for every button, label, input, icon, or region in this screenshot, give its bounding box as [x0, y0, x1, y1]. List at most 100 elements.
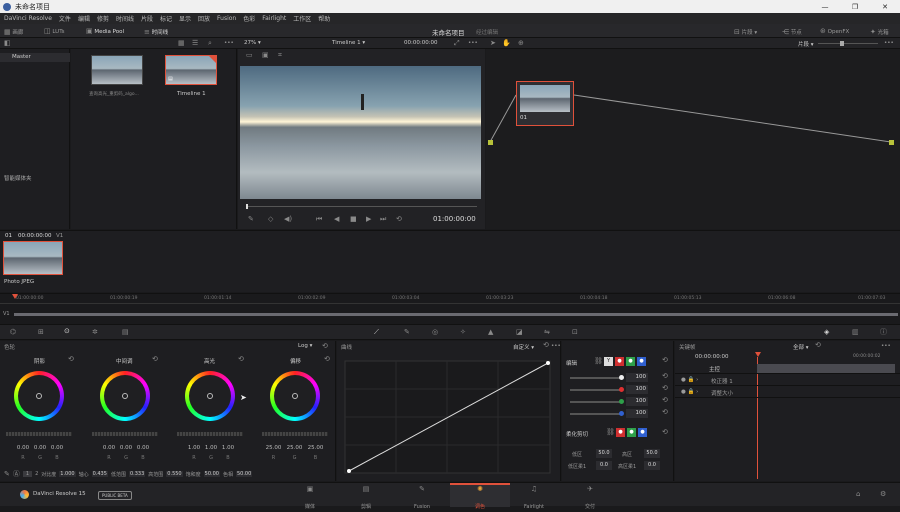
edit-value-y[interactable]: 100	[626, 373, 648, 382]
keyframes-more-button[interactable]: •••	[881, 343, 891, 349]
channel-y-button[interactable]: Y	[604, 357, 613, 366]
wheel-highlights[interactable]	[185, 371, 235, 421]
viewer-mode-icon-1[interactable]: ▭	[246, 52, 253, 59]
soft-low-soft-value[interactable]: 0.0	[596, 461, 612, 470]
slider-shadows[interactable]	[6, 432, 72, 436]
camera-raw-icon[interactable]: ⌬	[10, 329, 16, 336]
contrast-value[interactable]: 1.000	[59, 471, 76, 477]
reset-midtones-icon[interactable]: ⟲	[152, 356, 158, 363]
media-thumb-2[interactable]: ▤	[165, 55, 217, 85]
page-1-button[interactable]: 1	[22, 471, 33, 477]
offset-g[interactable]: 25.00	[285, 445, 304, 451]
channel-g-button[interactable]: ●	[626, 357, 635, 366]
grid-view-icon[interactable]: ▦	[178, 40, 185, 47]
page-2-button[interactable]: 2	[35, 471, 38, 477]
scrub-handle[interactable]	[246, 204, 248, 209]
page-media[interactable]: ▣ 媒体	[290, 483, 330, 511]
sizing-row-controls[interactable]: ● 🔒 ›	[681, 389, 698, 395]
menu-item-mark[interactable]: 标记	[160, 14, 172, 23]
edit-slider-y[interactable]	[570, 375, 624, 380]
stop-icon[interactable]: ■	[350, 216, 357, 223]
log-mode-select[interactable]: Log ▾	[298, 343, 312, 349]
offset-r[interactable]: 25.00	[264, 445, 283, 451]
rgb-mixer-icon[interactable]: ✲	[92, 329, 98, 336]
highlights-r[interactable]: 1.00	[187, 445, 201, 451]
list-view-icon[interactable]: ☰	[192, 40, 198, 47]
wheel-highlights-handle[interactable]	[207, 393, 213, 399]
menu-item-view[interactable]: 显示	[179, 14, 191, 23]
gallery-tab[interactable]: ▦ 画廊	[4, 28, 23, 37]
keyframe-playhead[interactable]	[755, 352, 761, 357]
magic-mask-icon[interactable]: ▲	[488, 329, 493, 336]
close-button[interactable]: ✕	[870, 0, 900, 13]
pivot-value[interactable]: 0.435	[91, 471, 108, 477]
reset-curves-icon[interactable]: ⟲	[543, 342, 549, 349]
go-to-end-icon[interactable]: ⏭	[380, 216, 386, 223]
color-node-01[interactable]: 01	[516, 81, 574, 126]
edit-slider-g[interactable]	[570, 399, 624, 404]
keyframes-icon[interactable]: ◈	[824, 329, 829, 336]
reset-b-icon[interactable]: ⟲	[662, 409, 668, 416]
maximize-button[interactable]: ❐	[840, 0, 870, 13]
tracker-icon[interactable]: ✧	[460, 329, 466, 336]
zoom-select[interactable]: 27% ▾	[244, 40, 261, 46]
midtones-g[interactable]: 0.00	[119, 445, 133, 451]
pointer-tool-icon[interactable]: ➤	[490, 40, 496, 47]
search-icon[interactable]: ⌕	[208, 40, 212, 47]
eyedropper-icon[interactable]: ✎	[248, 216, 254, 223]
node-output-dot[interactable]	[889, 140, 894, 145]
soft-link-icon[interactable]: ⛓	[606, 429, 615, 436]
window-icon[interactable]: ◎	[432, 329, 438, 336]
clips-button[interactable]: ⊟ 片段 ▾	[734, 28, 757, 37]
clip-thumbnail[interactable]	[3, 241, 63, 275]
reset-keyframes-icon[interactable]: ⟲	[815, 342, 821, 349]
highlights-g[interactable]: 1.00	[204, 445, 218, 451]
auto-balance-icon[interactable]: ✎	[4, 470, 10, 478]
menu-item-help[interactable]: 帮助	[318, 14, 330, 23]
media-thumb-1[interactable]	[91, 55, 143, 85]
hand-tool-icon[interactable]: ✋	[502, 40, 511, 47]
curve-graph[interactable]	[337, 353, 561, 481]
menu-item-fusion[interactable]: Fusion	[217, 15, 236, 22]
node-zoom-handle[interactable]	[840, 41, 844, 46]
node-zoom-slider[interactable]	[818, 41, 878, 46]
shadows-g[interactable]: 0.00	[33, 445, 47, 451]
timeline-clip-bar[interactable]	[14, 313, 898, 316]
sidebar-toggle-icon[interactable]: ◧	[4, 40, 11, 47]
reset-edit-icon[interactable]: ⟲	[662, 357, 668, 364]
curves-icon[interactable]: ⟋	[374, 329, 379, 336]
slider-midtones[interactable]	[92, 432, 158, 436]
midtones-b[interactable]: 0.00	[136, 445, 150, 451]
edit-value-r[interactable]: 100	[626, 385, 648, 394]
highlights-b[interactable]: 1.00	[221, 445, 235, 451]
menu-item-clip[interactable]: 片段	[141, 14, 153, 23]
edit-value-b[interactable]: 100	[626, 409, 648, 418]
keyframe-row-corrector[interactable]: ● 🔒 › 校正器 1	[675, 375, 900, 386]
node-input-dot[interactable]	[488, 140, 493, 145]
fullscreen-icon[interactable]: ⤢	[454, 40, 460, 47]
scopes-icon[interactable]: ▥	[852, 329, 859, 336]
menu-item-playback[interactable]: 回放	[198, 14, 210, 23]
menu-item-app[interactable]: DaVinci Resolve	[4, 15, 52, 22]
keyframe-row-sizing[interactable]: ● 🔒 › 调整大小	[675, 387, 900, 398]
shadows-b[interactable]: 0.00	[50, 445, 64, 451]
menu-item-file[interactable]: 文件	[59, 14, 71, 23]
page-fusion[interactable]: ✎ Fusion	[402, 483, 442, 511]
reset-soft-icon[interactable]: ⟲	[662, 429, 668, 436]
page-color[interactable]: ✺ 调色	[450, 483, 510, 510]
openfx-button[interactable]: ⊛ OpenFX	[820, 28, 849, 36]
settings-gear-icon[interactable]: ⚙	[880, 491, 886, 498]
home-icon[interactable]: ⌂	[856, 491, 860, 498]
curves-mode-select[interactable]: 自定义 ▾	[513, 343, 534, 351]
soft-low-value[interactable]: 50.0	[596, 449, 612, 458]
scrub-bar[interactable]	[246, 204, 477, 209]
qualifier-icon[interactable]: ✎	[404, 329, 410, 336]
timeline-tab[interactable]: ≡ 时间线	[144, 28, 168, 37]
offset-b[interactable]: 25.00	[306, 445, 325, 451]
blur-icon[interactable]: ◪	[516, 329, 523, 336]
channel-b-button[interactable]: ●	[637, 357, 646, 366]
shadows-r[interactable]: 0.00	[16, 445, 30, 451]
color-wheels-icon[interactable]: ⊙	[64, 328, 70, 335]
playhead-marker[interactable]	[12, 294, 18, 299]
highlight-icon[interactable]: ◇	[268, 216, 273, 223]
